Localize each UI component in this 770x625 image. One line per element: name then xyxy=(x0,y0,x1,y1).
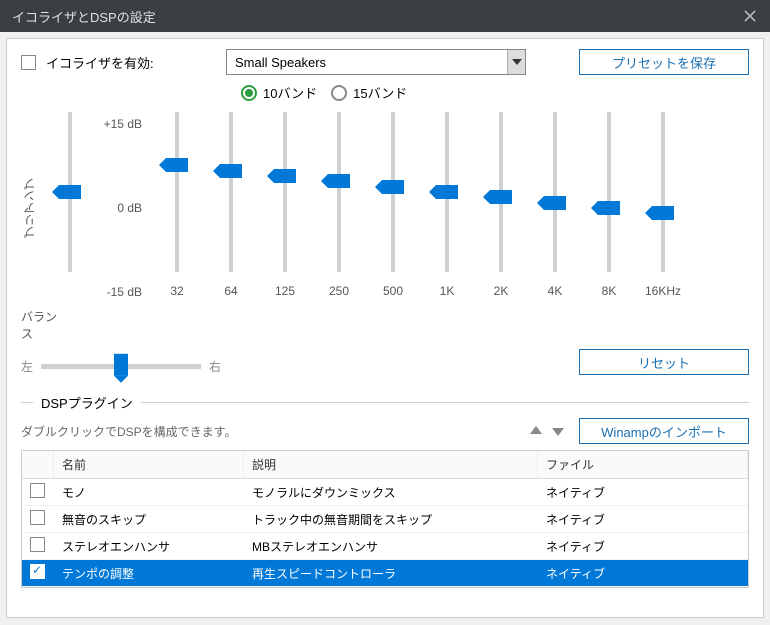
preset-select[interactable]: Small Speakers xyxy=(226,49,526,75)
eq-band-4K: 4K xyxy=(528,108,582,308)
reset-button[interactable]: リセット xyxy=(579,349,749,375)
eq-slider-4K[interactable] xyxy=(553,112,557,272)
balance-left-label: 左 xyxy=(21,358,33,375)
dsp-section-header: DSPプラグイン xyxy=(21,393,749,412)
eq-freq-label: 125 xyxy=(275,284,295,298)
eq-slider-thumb[interactable] xyxy=(382,180,404,194)
eq-band-1K: 1K xyxy=(420,108,474,308)
plugin-desc: MBステレオエンハンサ xyxy=(244,534,538,559)
balance-right-label: 右 xyxy=(209,358,221,375)
eq-slider-thumb[interactable] xyxy=(490,190,512,204)
enable-equalizer-checkbox[interactable] xyxy=(21,55,36,70)
move-up-icon[interactable] xyxy=(527,422,545,440)
plugin-name: 無音のスキップ xyxy=(54,507,244,532)
plugin-name: ステレオエンハンサ xyxy=(54,534,244,559)
eq-freq-label: 500 xyxy=(383,284,403,298)
eq-band-250: 250 xyxy=(312,108,366,308)
enable-equalizer-label: イコライザを有効: xyxy=(46,53,216,72)
band-15-label: 15バンド xyxy=(353,83,407,102)
eq-slider-16KHz[interactable] xyxy=(661,112,665,272)
preset-select-value: Small Speakers xyxy=(235,55,326,70)
eq-band-8K: 8K xyxy=(582,108,636,308)
eq-slider-500[interactable] xyxy=(391,112,395,272)
plugin-file: ネイティブ xyxy=(538,480,748,505)
eq-freq-label: 1K xyxy=(440,284,455,298)
plugin-name: モノ xyxy=(54,480,244,505)
plugin-desc: トラック中の無音期間をスキップ xyxy=(244,507,538,532)
table-row[interactable]: ステレオエンハンサMBステレオエンハンサネイティブ xyxy=(22,533,748,560)
eq-band-64: 64 xyxy=(204,108,258,308)
eq-slider-thumb[interactable] xyxy=(274,169,296,183)
winamp-import-button[interactable]: Winampのインポート xyxy=(579,418,749,444)
eq-slider-250[interactable] xyxy=(337,112,341,272)
plugin-file: ネイティブ xyxy=(538,561,748,586)
gain-label-bot: -15 dB xyxy=(107,285,142,299)
titlebar: イコライザとDSPの設定 xyxy=(0,0,770,32)
eq-slider-1K[interactable] xyxy=(445,112,449,272)
eq-slider-thumb[interactable] xyxy=(328,174,350,188)
band-15-radio[interactable] xyxy=(331,85,347,101)
preamp-slider-thumb[interactable] xyxy=(59,185,81,199)
eq-band-2K: 2K xyxy=(474,108,528,308)
eq-slider-thumb[interactable] xyxy=(166,158,188,172)
eq-freq-label: 16KHz xyxy=(645,284,681,298)
eq-slider-thumb[interactable] xyxy=(436,185,458,199)
plugin-enable-checkbox[interactable] xyxy=(30,483,45,498)
balance-slider-thumb[interactable] xyxy=(114,353,128,375)
dsp-plugin-table: 名前 説明 ファイル モノモノラルにダウンミックスネイティブ無音のスキップトラッ… xyxy=(21,450,749,588)
gain-axis: +15 dB 0 dB -15 dB xyxy=(90,108,150,308)
table-row[interactable]: モノモノラルにダウンミックスネイティブ xyxy=(22,479,748,506)
band-10-label: 10バンド xyxy=(263,83,317,102)
eq-freq-label: 32 xyxy=(170,284,183,298)
plugin-enable-checkbox[interactable] xyxy=(30,564,45,579)
gain-label-mid: 0 dB xyxy=(117,201,142,215)
eq-slider-64[interactable] xyxy=(229,112,233,272)
band-10-radio[interactable] xyxy=(241,85,257,101)
eq-band-16KHz: 16KHz xyxy=(636,108,690,308)
move-down-icon[interactable] xyxy=(549,422,567,440)
eq-slider-8K[interactable] xyxy=(607,112,611,272)
plugin-enable-checkbox[interactable] xyxy=(30,537,45,552)
plugin-file: ネイティブ xyxy=(538,507,748,532)
plugin-desc: モノラルにダウンミックス xyxy=(244,480,538,505)
eq-band-125: 125 xyxy=(258,108,312,308)
eq-slider-thumb[interactable] xyxy=(598,201,620,215)
eq-freq-label: 4K xyxy=(548,284,563,298)
dsp-hint: ダブルクリックでDSPを構成できます。 xyxy=(21,423,236,440)
eq-freq-label: 250 xyxy=(329,284,349,298)
eq-freq-label: 2K xyxy=(494,284,509,298)
gain-label-top: +15 dB xyxy=(104,117,142,131)
eq-slider-2K[interactable] xyxy=(499,112,503,272)
save-preset-button[interactable]: プリセットを保存 xyxy=(579,49,749,75)
window-title: イコライザとDSPの設定 xyxy=(12,7,156,26)
equalizer-area: プリアンプ +15 dB 0 dB -15 dB 32 64 125 250 500 1K… xyxy=(21,108,749,308)
table-row[interactable]: 無音のスキップトラック中の無音期間をスキップネイティブ xyxy=(22,506,748,533)
eq-slider-thumb[interactable] xyxy=(652,206,674,220)
col-desc-header[interactable]: 説明 xyxy=(244,451,538,478)
eq-slider-thumb[interactable] xyxy=(220,164,242,178)
eq-slider-thumb[interactable] xyxy=(544,196,566,210)
dialog-content: イコライザを有効: Small Speakers プリセットを保存 10バンド … xyxy=(6,38,764,618)
table-header: 名前 説明 ファイル xyxy=(22,451,748,479)
eq-band-500: 500 xyxy=(366,108,420,308)
table-row[interactable]: テンポの調整再生スピードコントローラネイティブ xyxy=(22,560,748,587)
balance-label: バランス xyxy=(21,308,65,342)
col-file-header[interactable]: ファイル xyxy=(538,451,748,478)
balance-slider[interactable] xyxy=(41,364,201,369)
eq-slider-32[interactable] xyxy=(175,112,179,272)
plugin-name: テンポの調整 xyxy=(54,561,244,586)
col-name-header[interactable]: 名前 xyxy=(54,451,244,478)
plugin-enable-checkbox[interactable] xyxy=(30,510,45,525)
plugin-file: ネイティブ xyxy=(538,534,748,559)
preamp-axis-label: プリアンプ xyxy=(21,178,38,238)
dsp-section-title: DSPプラグイン xyxy=(41,393,133,412)
chevron-down-icon xyxy=(507,50,525,74)
plugin-desc: 再生スピードコントローラ xyxy=(244,561,538,586)
eq-freq-label: 64 xyxy=(224,284,237,298)
eq-slider-125[interactable] xyxy=(283,112,287,272)
close-icon[interactable] xyxy=(742,8,758,24)
eq-band-32: 32 xyxy=(150,108,204,308)
eq-freq-label: 8K xyxy=(602,284,617,298)
preamp-slider[interactable] xyxy=(68,112,72,272)
